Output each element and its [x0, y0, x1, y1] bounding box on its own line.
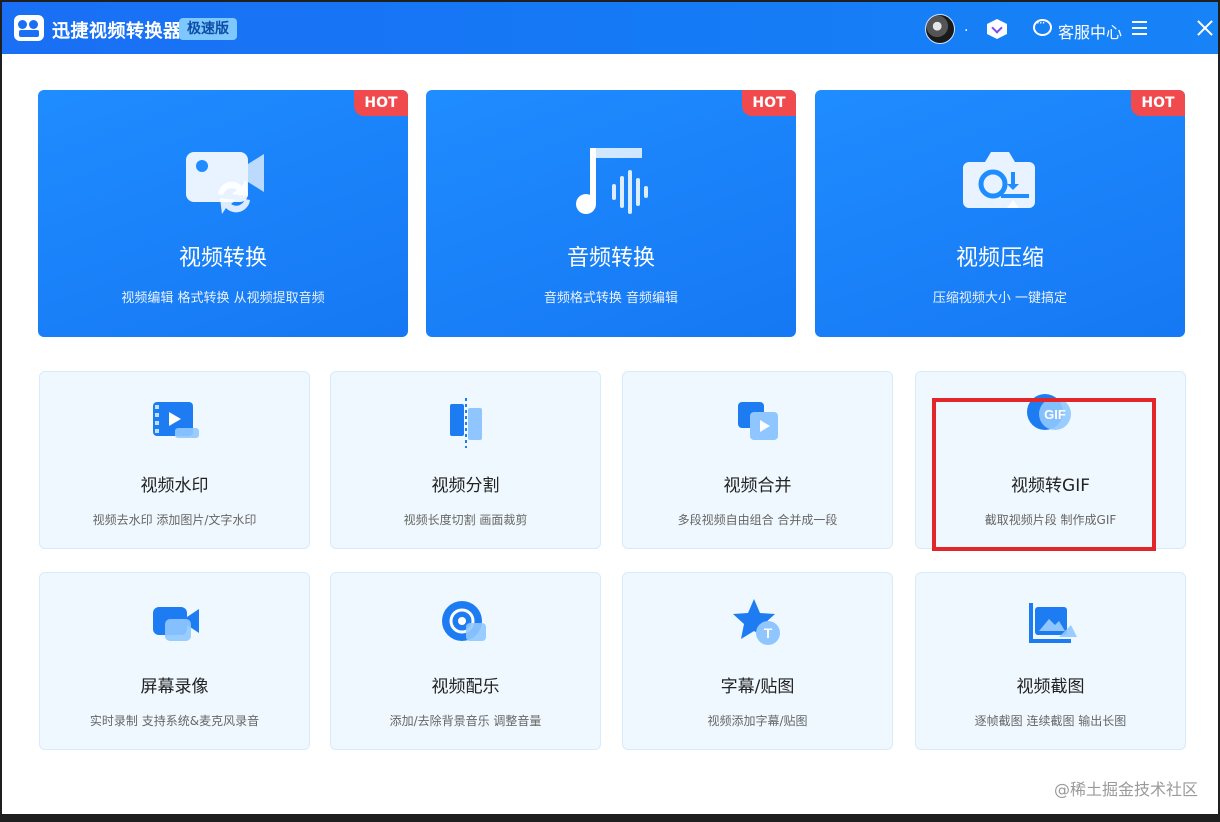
card-title: 音频转换 [566, 246, 655, 271]
card-desc: 视频去水印 添加图片/文字水印 [92, 513, 257, 527]
hot-badge: HOT [742, 90, 796, 116]
screen-record-icon [152, 607, 199, 641]
subtitle-icon: T [732, 599, 780, 645]
app-logo-icon [14, 15, 44, 41]
card-video-music[interactable]: 视频配乐 添加/去除背景音乐 调整音量 [330, 572, 601, 750]
card-desc: 多段视频自由组合 合并成一段 [677, 513, 838, 527]
card-title: 视频转换 [178, 246, 267, 271]
gif-text: GIF [1044, 407, 1066, 422]
customer-service-button[interactable]: 客服中心 [1058, 19, 1122, 43]
card-desc: 视频编辑 格式转换 从视频提取音频 [121, 291, 325, 306]
app-window: 迅捷视频转换器 极速版 . 客服中心 HOT 视频转换 视频编辑 格式转换 从视… [0, 0, 1220, 822]
watermark-icon [152, 402, 199, 438]
screenshot-icon [1028, 603, 1077, 643]
card-desc: 实时录制 支持系统&麦克风录音 [89, 714, 260, 728]
card-desc: 音频格式转换 音频编辑 [543, 291, 679, 306]
card-video-to-gif[interactable]: GIF 视频转GIF 截取视频片段 制作成GIF [915, 371, 1186, 549]
card-desc: 视频长度切割 画面裁剪 [403, 513, 528, 527]
card-video-split[interactable]: 视频分割 视频长度切割 画面裁剪 [330, 371, 601, 549]
card-title: 视频截图 [1016, 677, 1085, 697]
app-title: 迅捷视频转换器 [52, 21, 182, 42]
hot-badge: HOT [1131, 90, 1185, 116]
card-desc: 添加/去除背景音乐 调整音量 [389, 714, 542, 728]
video-compress-icon [963, 152, 1035, 208]
site-watermark: @稀土掘金技术社区 [1053, 780, 1198, 799]
text-glyph: T [763, 625, 772, 641]
card-video-compress[interactable]: HOT 视频压缩 压缩视频大小 一键搞定 [815, 90, 1185, 337]
vip-icon[interactable] [987, 19, 1007, 39]
video-convert-icon [186, 152, 264, 214]
card-title: 视频分割 [431, 476, 500, 496]
card-desc: 截取视频片段 制作成GIF [984, 513, 1117, 527]
audio-convert-icon [576, 148, 648, 214]
chat-icon[interactable] [1033, 16, 1052, 36]
card-title: 视频压缩 [955, 246, 1044, 271]
card-video-convert[interactable]: HOT 视频转换 视频编辑 格式转换 从视频提取音频 [38, 90, 408, 337]
close-icon[interactable] [1196, 19, 1214, 37]
card-title: 视频配乐 [431, 677, 500, 697]
split-icon [449, 398, 482, 448]
card-title: 视频转GIF [1011, 476, 1090, 496]
avatar[interactable] [925, 14, 955, 44]
title-bar: 迅捷视频转换器 极速版 . 客服中心 [2, 2, 1218, 54]
edition-badge: 极速版 [179, 18, 237, 40]
card-title: 视频合并 [723, 476, 792, 496]
hot-badge: HOT [354, 90, 408, 116]
card-desc: 逐帧截图 连续截图 输出长图 [974, 714, 1127, 728]
menu-icon[interactable] [1132, 21, 1147, 35]
card-title: 字幕/贴图 [720, 677, 795, 697]
card-title: 屏幕录像 [140, 677, 209, 697]
card-video-watermark[interactable]: 视频水印 视频去水印 添加图片/文字水印 [39, 371, 310, 549]
card-screen-record[interactable]: 屏幕录像 实时录制 支持系统&麦克风录音 [39, 572, 310, 750]
username[interactable]: . [964, 19, 968, 35]
card-audio-convert[interactable]: HOT 音频转换 音频格式转换 音频编辑 [426, 90, 796, 337]
card-subtitle-sticker[interactable]: T 字幕/贴图 视频添加字幕/贴图 [622, 572, 893, 750]
card-desc: 视频添加字幕/贴图 [707, 714, 808, 728]
card-desc: 压缩视频大小 一键搞定 [932, 291, 1068, 306]
card-title: 视频水印 [140, 476, 209, 496]
card-video-screenshot[interactable]: 视频截图 逐帧截图 连续截图 输出长图 [915, 572, 1186, 750]
merge-icon [737, 402, 778, 440]
gif-icon: GIF [1026, 394, 1071, 430]
music-icon [441, 601, 486, 641]
card-video-merge[interactable]: 视频合并 多段视频自由组合 合并成一段 [622, 371, 893, 549]
